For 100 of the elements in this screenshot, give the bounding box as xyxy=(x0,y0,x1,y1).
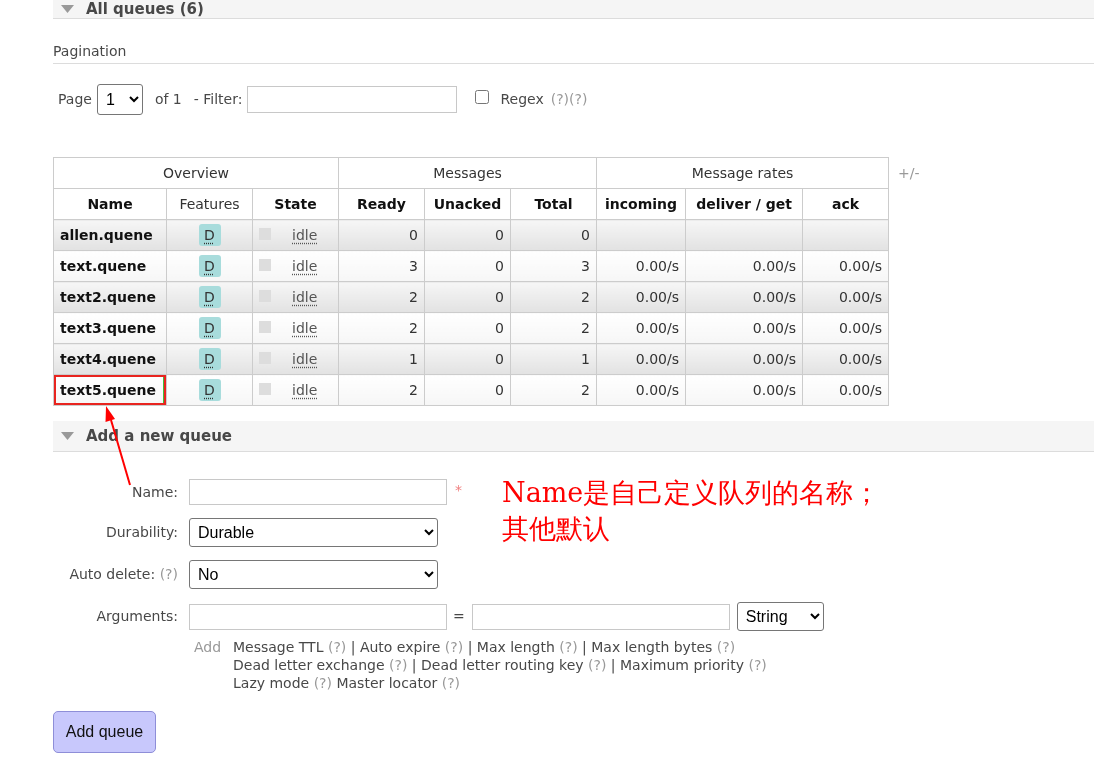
state-text: idle xyxy=(292,350,318,367)
table-cell: 0.00/s xyxy=(802,374,889,406)
column-header: Features xyxy=(166,188,253,220)
column-header[interactable]: Ready xyxy=(338,188,425,220)
table-cell: 0.00/s xyxy=(802,312,889,344)
page-count-text: of 1 xyxy=(154,90,182,109)
table-cell: 0.00/s xyxy=(596,312,686,344)
argument-link[interactable]: Auto expire xyxy=(359,639,441,655)
argument-type-select[interactable]: String xyxy=(736,602,824,631)
separator-text: | xyxy=(610,657,616,673)
table-cell: 2 xyxy=(338,281,425,313)
argument-link[interactable]: Message TTL xyxy=(233,639,324,655)
table-cell: 0.00/s xyxy=(685,343,803,375)
status-square-icon xyxy=(259,258,271,271)
state-text: idle xyxy=(292,257,318,274)
status-square-icon xyxy=(259,382,271,395)
queue-name-cell[interactable]: allen.quene xyxy=(53,219,167,251)
table-cell: 2 xyxy=(338,312,425,344)
table-cell: 2 xyxy=(510,281,597,313)
table-cell: 0.00/s xyxy=(596,281,686,313)
table-cell: 0 xyxy=(424,374,511,406)
table-cell: 0 xyxy=(424,312,511,344)
feature-badge: D xyxy=(198,224,221,246)
state-text: idle xyxy=(292,381,318,398)
column-header[interactable]: incoming xyxy=(596,188,686,220)
table-cell: 0.00/s xyxy=(596,250,686,282)
table-cell: 0.00/s xyxy=(802,281,889,313)
regex-checkbox[interactable] xyxy=(475,89,490,104)
argument-link[interactable]: Dead letter exchange xyxy=(233,657,385,673)
table-cell: 1 xyxy=(338,343,425,375)
table-cell: 0.00/s xyxy=(685,281,803,313)
column-header[interactable]: deliver / get xyxy=(685,188,803,220)
column-group-header: Overview xyxy=(53,157,339,189)
triangle-icon[interactable] xyxy=(61,5,74,13)
separator-text: | xyxy=(467,639,473,655)
queue-name-cell[interactable]: text3.quene xyxy=(53,312,167,344)
column-group-header: Messages xyxy=(338,157,597,189)
table-cell: 0 xyxy=(424,281,511,313)
field-label: Durability: xyxy=(105,524,178,540)
table-cell: 1 xyxy=(510,343,597,375)
add-label: Add xyxy=(194,638,223,657)
feature-badge: D xyxy=(198,379,221,401)
column-header[interactable]: Name xyxy=(53,188,167,220)
queue-name-cell[interactable]: text4.quene xyxy=(53,343,167,375)
table-cell: 0 xyxy=(510,219,597,251)
argument-link[interactable]: Max length bytes xyxy=(591,639,713,655)
table-cell: 2 xyxy=(510,312,597,344)
table-cell: 3 xyxy=(338,250,425,282)
state-text: idle xyxy=(292,226,318,243)
queue-name-cell[interactable]: text5.quene xyxy=(53,374,167,406)
queue-name-cell[interactable]: text2.quene xyxy=(53,281,167,313)
state-text: idle xyxy=(292,319,318,336)
name-input[interactable] xyxy=(189,479,447,505)
separator-text: | xyxy=(350,639,356,655)
section-title[interactable]: All queues (6) xyxy=(86,0,204,19)
table-cell: 0.00/s xyxy=(596,374,686,406)
add-queue-button[interactable]: Add queue xyxy=(53,711,156,753)
filter-input[interactable] xyxy=(247,86,458,113)
column-header[interactable]: Total xyxy=(510,188,597,220)
table-cell: 0.00/s xyxy=(685,312,803,344)
feature-badge: D xyxy=(198,255,221,277)
feature-badge: D xyxy=(198,286,221,308)
regex-label: Regex xyxy=(500,90,544,109)
separator-text: | xyxy=(582,639,587,655)
queue-name-cell[interactable]: text.quene xyxy=(53,250,167,282)
column-header[interactable]: ack xyxy=(802,188,889,220)
argument-link[interactable]: Dead letter routing key xyxy=(421,657,584,673)
page-select[interactable]: 1 xyxy=(96,84,143,115)
table-cell: 0 xyxy=(424,343,511,375)
annotation-text: Name是自己定义队列的名称； 其他默认 xyxy=(502,476,881,546)
table-cell: 0.00/s xyxy=(685,374,803,406)
column-group-header: Message rates xyxy=(596,157,889,189)
table-cell: 3 xyxy=(510,250,597,282)
column-header[interactable]: State xyxy=(252,188,339,220)
field-label: Auto delete: xyxy=(69,566,156,582)
separator-text: | xyxy=(411,657,417,673)
field-label: Name: xyxy=(131,483,178,500)
table-cell: 2 xyxy=(510,374,597,406)
table-cell: 0 xyxy=(338,219,425,251)
argument-link[interactable]: Lazy mode xyxy=(233,675,310,691)
state-text: idle xyxy=(292,288,318,305)
triangle-icon[interactable] xyxy=(61,432,74,440)
argument-key-input[interactable] xyxy=(189,603,447,630)
table-cell: 2 xyxy=(338,374,425,406)
column-header[interactable]: Unacked xyxy=(424,188,511,220)
argument-link[interactable]: Max length xyxy=(476,639,555,655)
argument-value-input[interactable] xyxy=(471,603,730,630)
feature-badge: D xyxy=(198,317,221,339)
select-field[interactable]: Durable xyxy=(189,518,438,547)
status-square-icon xyxy=(259,320,271,333)
equals-sign-text: = xyxy=(453,607,465,626)
table-cell: 0 xyxy=(424,219,511,251)
table-cell: 0.00/s xyxy=(802,343,889,375)
argument-link[interactable]: Maximum priority xyxy=(620,657,744,673)
feature-badge: D xyxy=(198,348,221,370)
table-cell: 0.00/s xyxy=(802,250,889,282)
table-cell: 0.00/s xyxy=(596,343,686,375)
select-field[interactable]: No xyxy=(189,560,438,589)
argument-link[interactable]: Master locator xyxy=(336,675,438,691)
pagination-heading: Pagination xyxy=(53,43,127,59)
